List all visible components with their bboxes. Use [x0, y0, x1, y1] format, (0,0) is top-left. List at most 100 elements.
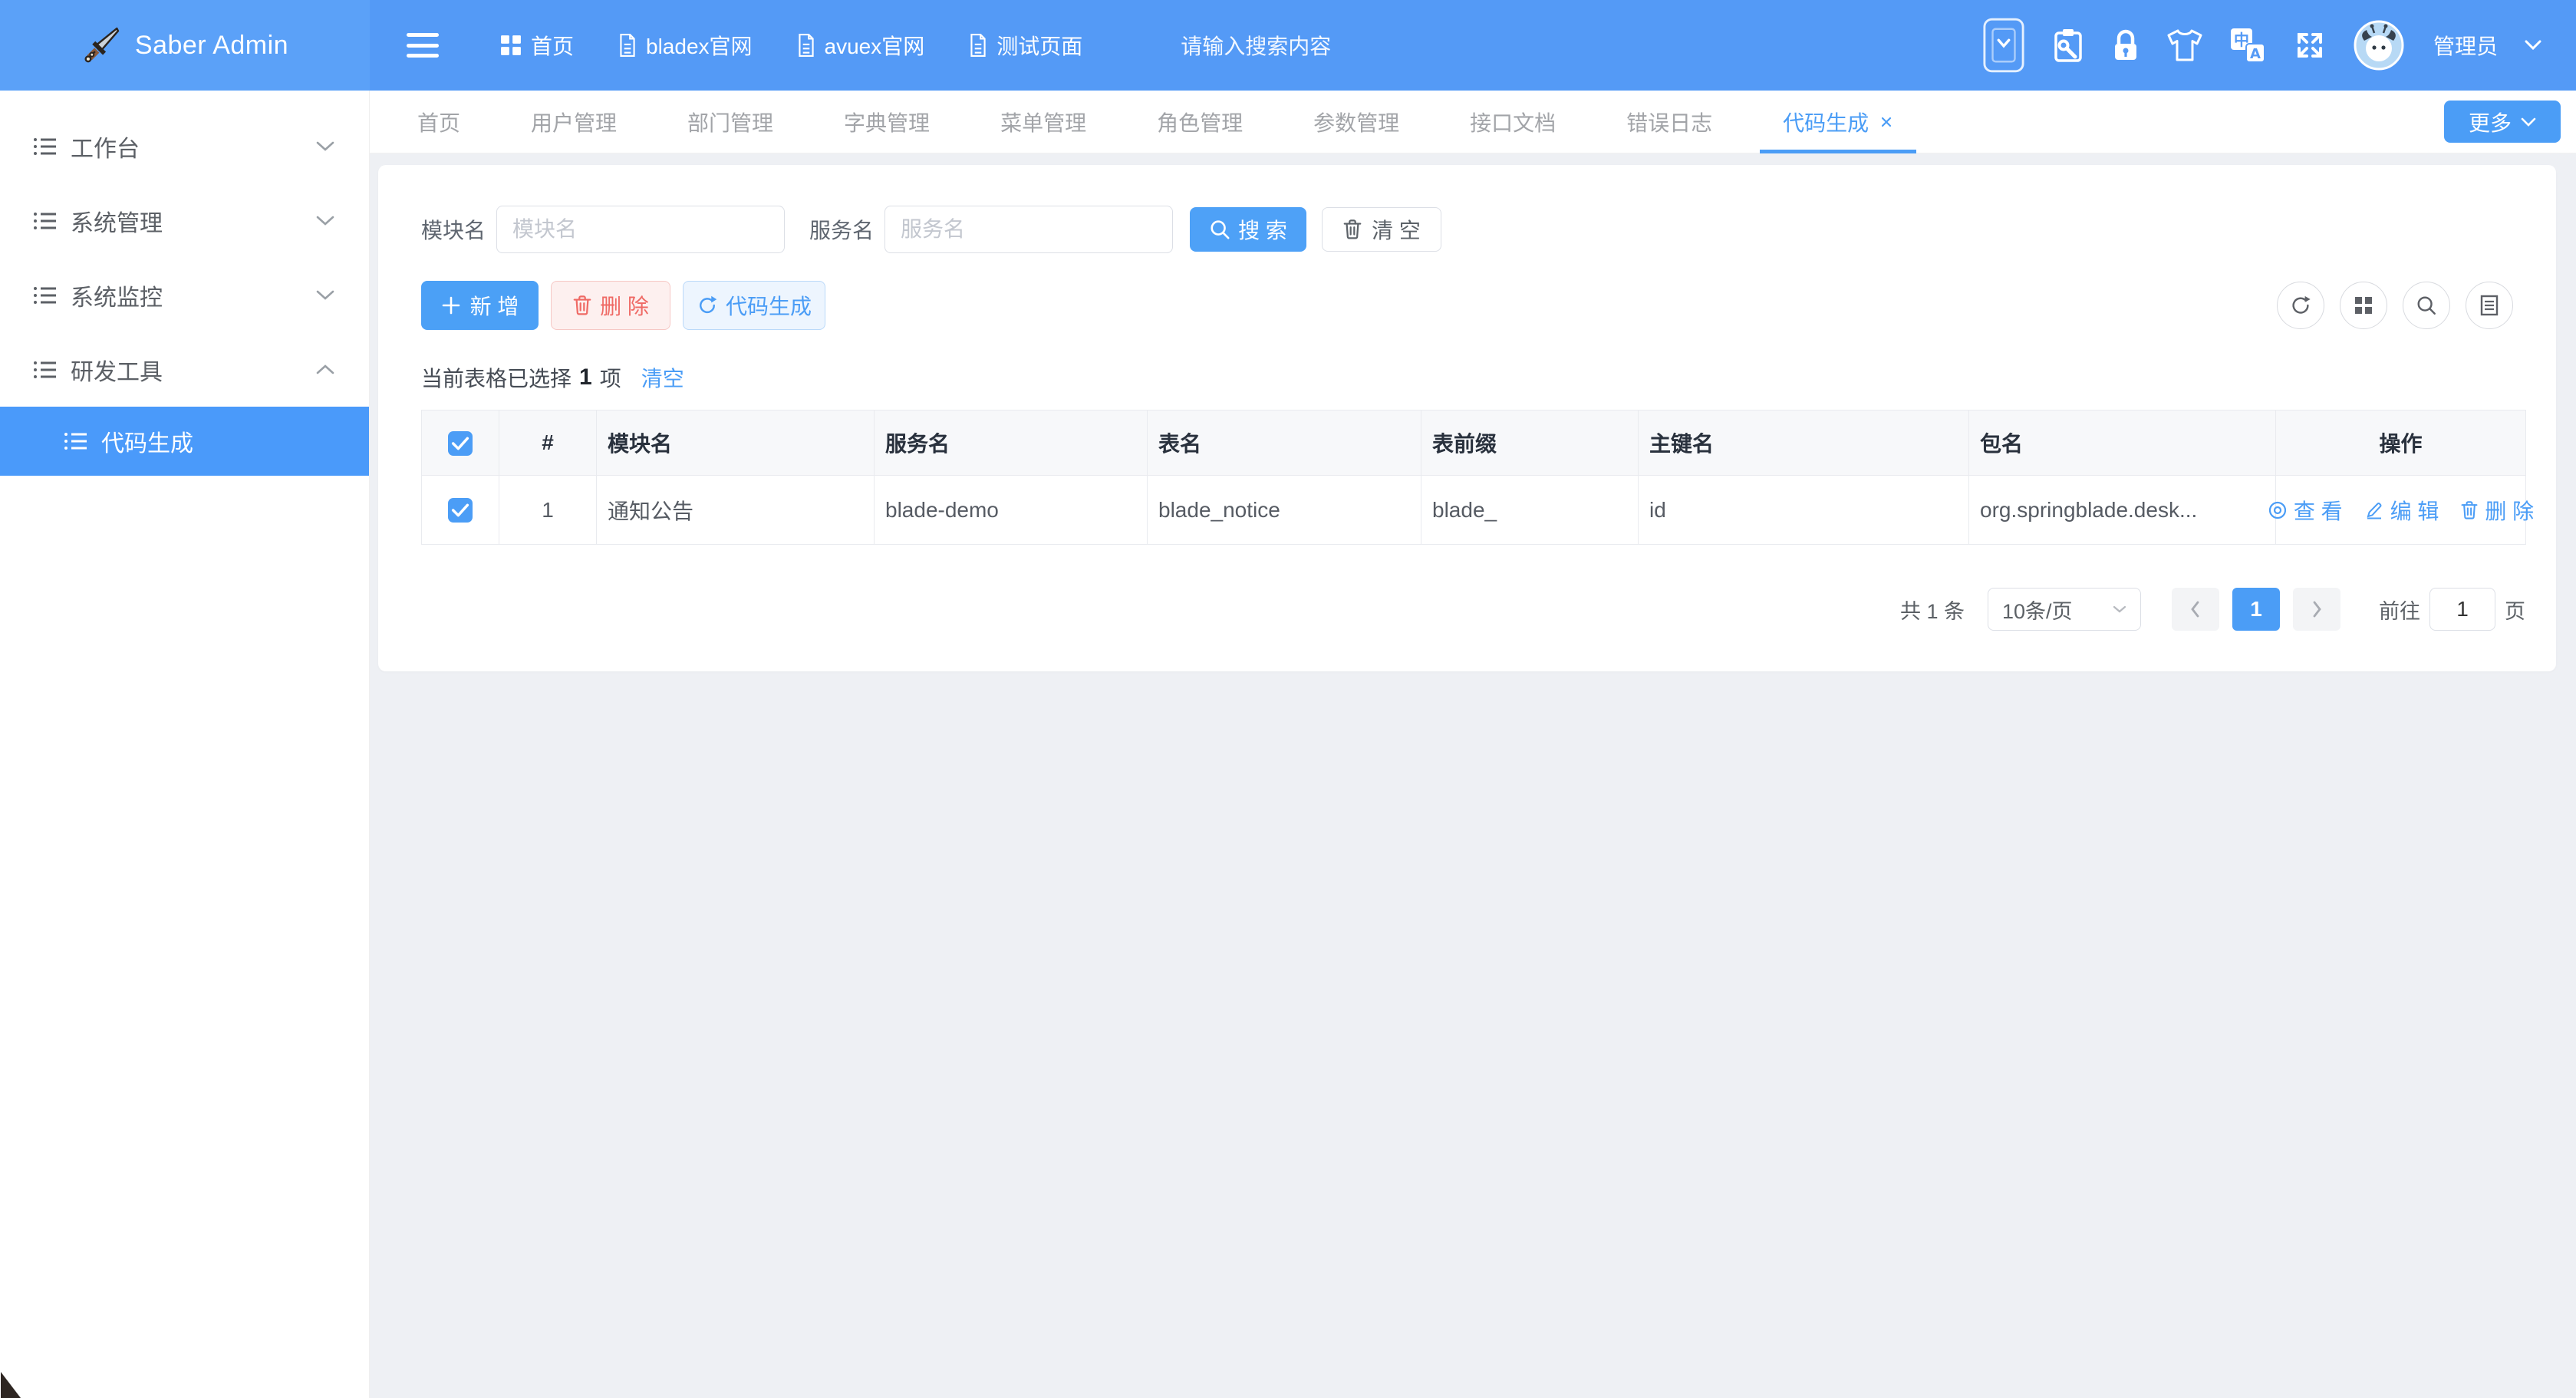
nav-item-test-page[interactable]: 测试页面	[969, 30, 1082, 61]
select-all-cell	[422, 410, 499, 476]
plus-icon	[441, 295, 461, 315]
top-header: Saber Admin 首页 bladex官网	[0, 0, 2576, 91]
column-header-prefix[interactable]: 表前缀	[1421, 410, 1639, 476]
page-size-select[interactable]: 10条/页	[1988, 588, 2141, 631]
edit-pencil-icon	[2364, 500, 2384, 520]
refresh-icon	[697, 295, 718, 316]
cell-module: 通知公告	[597, 476, 875, 545]
theme-button[interactable]	[2166, 28, 2203, 62]
page-number-1[interactable]: 1	[2232, 588, 2280, 631]
sidebar-item-dev-tools[interactable]: 研发工具	[0, 332, 369, 407]
chevron-down-icon	[315, 215, 335, 226]
list-icon	[33, 285, 58, 306]
tab-home[interactable]: 首页	[417, 91, 460, 153]
goto-page-input[interactable]	[2429, 588, 2495, 631]
nav-item-label: 首页	[531, 30, 574, 61]
list-icon	[33, 210, 58, 232]
tab-menu-management[interactable]: 菜单管理	[1000, 91, 1086, 153]
sidebar: 工作台 系统管理 系统监控	[0, 91, 370, 1398]
search-icon	[1209, 219, 1230, 240]
language-button[interactable]: 中 A	[2229, 27, 2266, 64]
fullscreen-button[interactable]	[2292, 28, 2327, 63]
content-card: 模块名 服务名 搜 索	[378, 165, 2556, 671]
tab-dict-management[interactable]: 字典管理	[844, 91, 930, 153]
column-header-pk[interactable]: 主键名	[1639, 410, 1969, 476]
code-generate-button[interactable]: 代码生成	[683, 281, 825, 330]
chevron-down-icon	[315, 289, 335, 301]
delete-button[interactable]: 删 除	[551, 281, 670, 330]
tab-dept-management[interactable]: 部门管理	[687, 91, 773, 153]
lock-screen-button[interactable]	[2111, 28, 2140, 62]
table-header-row: # 模块名 服务名 表名 表前缀 主键名 包名 操作	[422, 410, 2526, 476]
pagination: 共 1 条 10条/页 1 前	[421, 588, 2525, 631]
tab-api-docs[interactable]: 接口文档	[1470, 91, 1556, 153]
row-checkbox[interactable]	[448, 498, 473, 523]
edit-action[interactable]: 编 辑	[2364, 495, 2439, 526]
nav-item-home[interactable]: 首页	[500, 30, 574, 61]
service-name-label: 服务名	[809, 214, 874, 245]
sidebar-item-system-management[interactable]: 系统管理	[0, 183, 369, 258]
column-header-package[interactable]: 包名	[1969, 410, 2276, 476]
app-title: Saber Admin	[135, 31, 288, 61]
column-header-index[interactable]: #	[499, 410, 597, 476]
top-menu-toggle-button[interactable]	[1982, 17, 2025, 74]
delete-action[interactable]: 删 除	[2460, 495, 2534, 526]
column-header-module[interactable]: 模块名	[597, 410, 875, 476]
row-select-cell	[422, 476, 499, 545]
prev-page-button[interactable]	[2172, 588, 2219, 631]
sidebar-item-system-monitor[interactable]: 系统监控	[0, 258, 369, 332]
trash-icon	[572, 295, 592, 316]
column-settings-button[interactable]	[2466, 282, 2513, 329]
header-search-input[interactable]: 请输入搜索内容	[1181, 30, 1331, 61]
sidebar-item-code-generation[interactable]: 代码生成	[0, 407, 369, 476]
cell-pk: id	[1639, 476, 1969, 545]
goto-label: 前往	[2379, 595, 2420, 625]
sidebar-collapse-button[interactable]	[407, 33, 439, 58]
service-name-input[interactable]	[884, 206, 1173, 253]
cell-table-name: blade_notice	[1148, 476, 1421, 545]
clear-selection-link[interactable]: 清空	[641, 362, 684, 393]
debug-tool-button[interactable]	[2051, 27, 2085, 64]
nav-item-avuex[interactable]: avuex官网	[797, 30, 925, 61]
cursor-artifact	[1, 1372, 21, 1398]
view-action[interactable]: 查 看	[2268, 495, 2343, 526]
add-button[interactable]: 新 增	[421, 281, 539, 330]
list-icon	[33, 359, 58, 381]
tab-param-management[interactable]: 参数管理	[1313, 91, 1399, 153]
view-icon	[2268, 500, 2288, 520]
grid-icon	[2354, 295, 2373, 315]
user-name[interactable]: 管理员	[2433, 30, 2498, 61]
grid-view-button[interactable]	[2340, 282, 2387, 329]
search-button[interactable]: 搜 索	[1190, 207, 1306, 252]
topbar-main: 首页 bladex官网 avuex官网	[370, 0, 2576, 91]
next-page-button[interactable]	[2293, 588, 2340, 631]
tab-code-generation[interactable]: 代码生成	[1783, 91, 1893, 153]
tab-bar: 首页 用户管理 部门管理 字典管理 菜单管理 角色管理 参数管理 接口文档 错误…	[370, 91, 2576, 153]
refresh-table-button[interactable]	[2277, 282, 2324, 329]
tab-user-management[interactable]: 用户管理	[531, 91, 617, 153]
more-tabs-button[interactable]: 更多	[2444, 101, 2561, 143]
document-icon	[618, 34, 637, 57]
fullscreen-icon	[2292, 28, 2327, 63]
user-avatar[interactable]	[2354, 20, 2404, 71]
tab-role-management[interactable]: 角色管理	[1157, 91, 1243, 153]
chevron-left-icon	[2189, 600, 2202, 618]
sword-icon	[81, 25, 121, 65]
tab-error-log[interactable]: 错误日志	[1626, 91, 1712, 153]
check-icon	[448, 431, 473, 456]
clear-filters-button[interactable]: 清 空	[1322, 207, 1441, 252]
grid-icon	[500, 35, 522, 56]
user-menu-chevron-icon[interactable]	[2524, 40, 2542, 51]
lock-icon	[2111, 28, 2140, 62]
table-row[interactable]: 1 通知公告 blade-demo blade_notice blade_ id…	[422, 476, 2526, 545]
search-toggle-button[interactable]	[2403, 282, 2450, 329]
column-header-service[interactable]: 服务名	[875, 410, 1148, 476]
close-icon[interactable]	[1879, 115, 1893, 129]
select-all-checkbox[interactable]	[448, 431, 473, 456]
sidebar-item-workbench[interactable]: 工作台	[0, 109, 369, 183]
column-header-table[interactable]: 表名	[1148, 410, 1421, 476]
app-logo[interactable]: Saber Admin	[0, 0, 370, 91]
nav-item-bladex[interactable]: bladex官网	[618, 30, 753, 61]
module-name-input[interactable]	[496, 206, 785, 253]
column-header-actions[interactable]: 操作	[2276, 410, 2526, 476]
